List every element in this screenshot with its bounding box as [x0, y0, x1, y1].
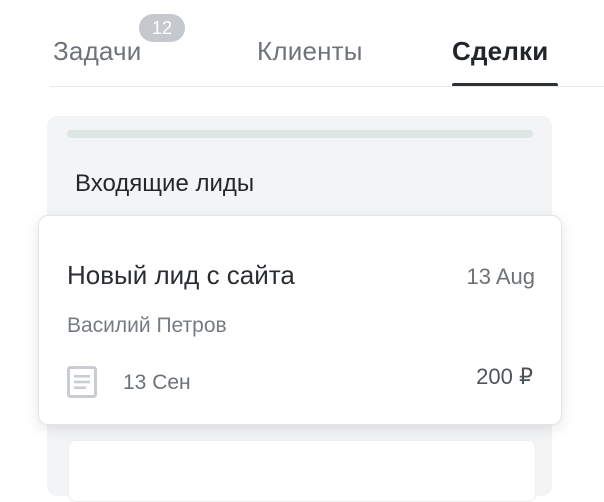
deal-card[interactable]: Новый лид с сайта 13 Aug Василий Петров … — [38, 215, 562, 425]
tasks-count-badge: 12 — [139, 14, 185, 42]
tabs-divider — [50, 86, 604, 87]
task-date: 13 Сен — [123, 371, 191, 394]
deal-title: Новый лид с сайта — [67, 260, 295, 290]
deal-contact: Василий Петров — [67, 314, 227, 337]
deal-date: 13 Aug — [466, 264, 535, 289]
tab-clients[interactable]: Клиенты — [257, 36, 363, 67]
tab-deals[interactable]: Сделки — [452, 36, 548, 67]
column-progress-bar — [67, 130, 533, 138]
tab-tasks[interactable]: Задачи — [53, 36, 142, 67]
column-title: Входящие лиды — [75, 170, 255, 197]
deal-amount: 200 ₽ — [476, 364, 533, 389]
tab-bar: Задачи 12 Клиенты Сделки — [0, 0, 604, 88]
next-deal-card[interactable] — [68, 440, 536, 502]
document-icon — [67, 366, 97, 398]
